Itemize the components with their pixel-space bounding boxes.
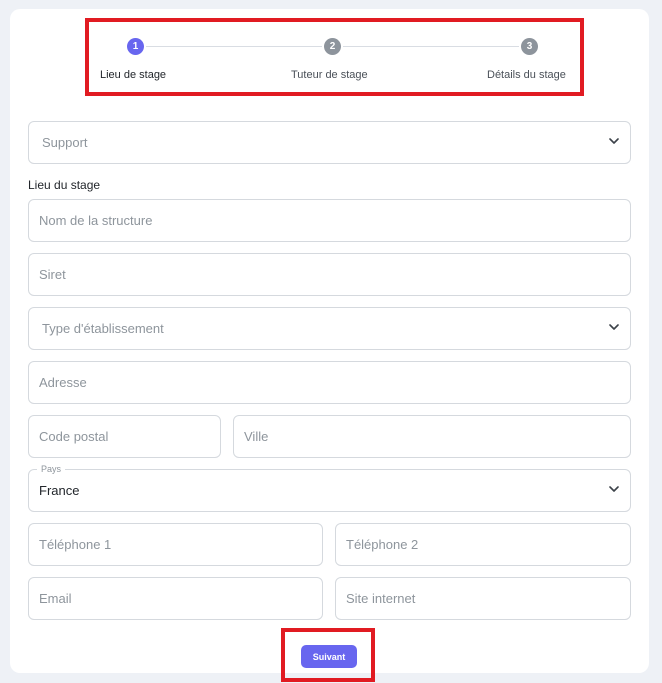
ville-field[interactable]: Ville [233, 415, 631, 458]
email-placeholder: Email [39, 591, 72, 606]
step-2-indicator[interactable]: 2 [324, 38, 341, 55]
step-3-indicator[interactable]: 3 [521, 38, 538, 55]
next-button[interactable]: Suivant [301, 645, 357, 668]
chevron-down-icon [609, 138, 619, 144]
step-connector [343, 46, 519, 47]
next-button-highlight: Suivant [281, 628, 375, 682]
nom-structure-placeholder: Nom de la structure [39, 213, 153, 228]
step-3-label: Détails du stage [487, 69, 566, 81]
pays-value: France [39, 483, 80, 498]
chevron-down-icon [609, 486, 619, 492]
type-etablissement-select[interactable]: Type d'établissement [28, 307, 631, 350]
section-title: Lieu du stage [28, 178, 101, 192]
telephone-1-placeholder: Téléphone 1 [39, 537, 112, 552]
siret-field[interactable]: Siret [28, 253, 631, 296]
step-2-label: Tuteur de stage [291, 69, 368, 81]
site-internet-placeholder: Site internet [346, 591, 416, 606]
telephone-1-field[interactable]: Téléphone 1 [28, 523, 323, 566]
telephone-2-placeholder: Téléphone 2 [346, 537, 419, 552]
stepper: 1 2 3 Lieu de stage Tuteur de stage Déta… [85, 18, 584, 96]
nom-structure-field[interactable]: Nom de la structure [28, 199, 631, 242]
support-select[interactable]: Support [28, 121, 631, 164]
step-connector [146, 46, 322, 47]
support-placeholder: Support [42, 135, 88, 150]
adresse-placeholder: Adresse [39, 375, 87, 390]
type-etablissement-placeholder: Type d'établissement [42, 321, 164, 336]
code-postal-placeholder: Code postal [39, 429, 109, 444]
ville-placeholder: Ville [244, 429, 269, 444]
siret-placeholder: Siret [39, 267, 66, 282]
adresse-field[interactable]: Adresse [28, 361, 631, 404]
telephone-2-field[interactable]: Téléphone 2 [335, 523, 631, 566]
pays-select[interactable]: Pays France [28, 464, 631, 512]
email-field[interactable]: Email [28, 577, 323, 620]
site-internet-field[interactable]: Site internet [335, 577, 631, 620]
code-postal-field[interactable]: Code postal [28, 415, 221, 458]
chevron-down-icon [609, 324, 619, 330]
step-1-indicator[interactable]: 1 [127, 38, 144, 55]
step-1-label: Lieu de stage [100, 69, 167, 81]
